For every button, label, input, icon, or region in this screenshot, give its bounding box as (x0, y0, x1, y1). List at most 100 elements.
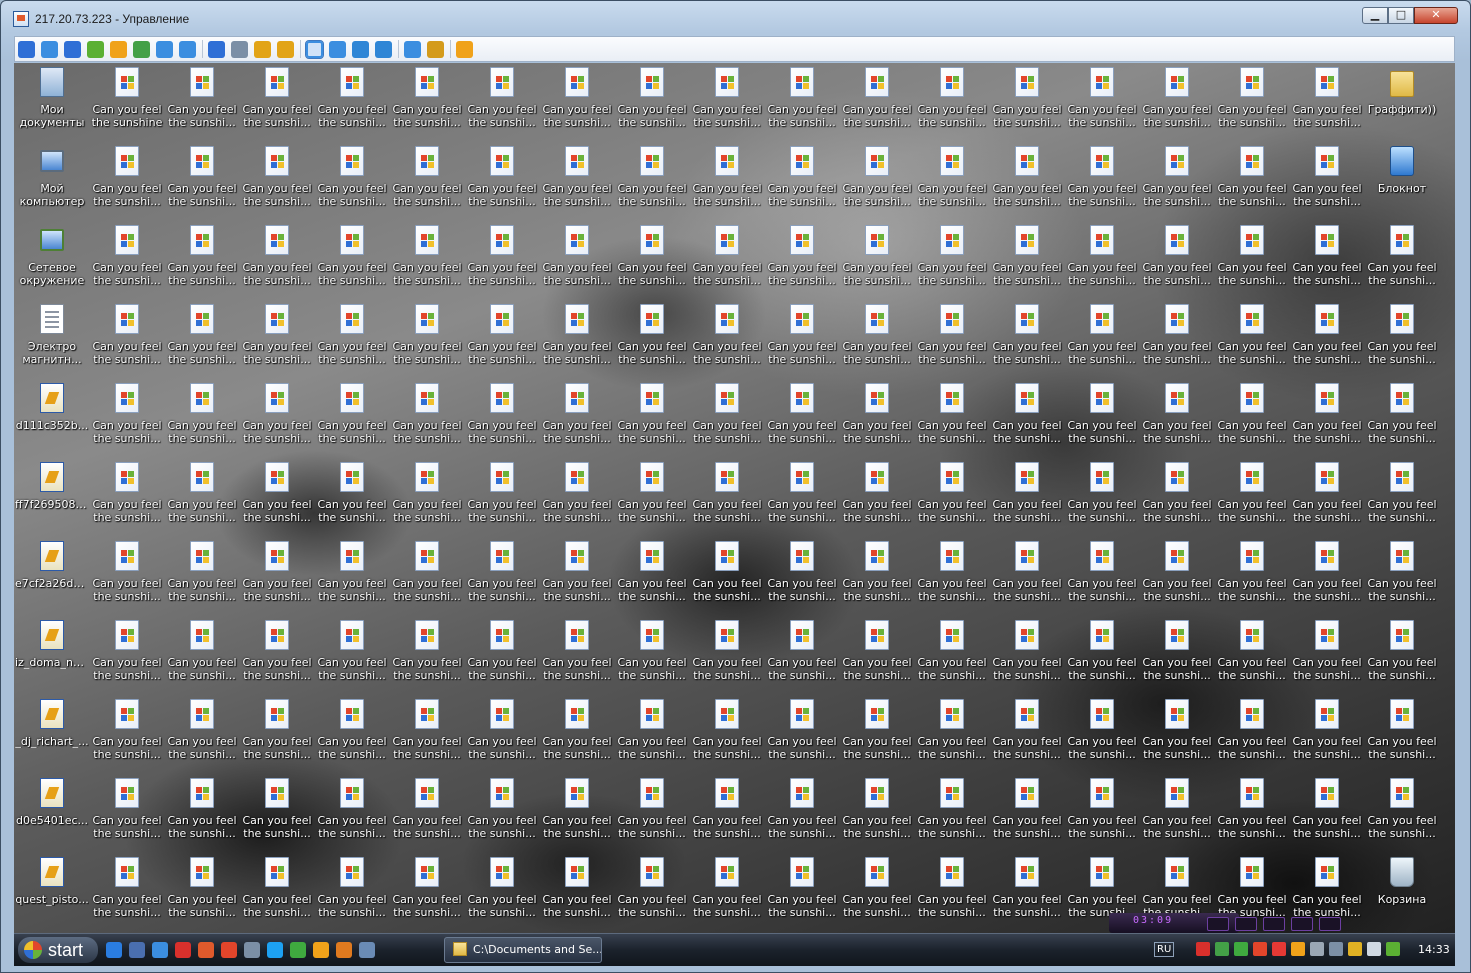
desktop-icon[interactable]: Can you feelthe sunshi... (840, 300, 914, 376)
desktop-icon[interactable]: Can you feelthe sunshi... (1140, 142, 1214, 218)
desktop-icon[interactable]: Can you feelthe sunshi... (1140, 458, 1214, 534)
desktop-icon[interactable]: Can you feelthe sunshi... (915, 221, 989, 297)
desktop-icon[interactable]: Can you feelthe sunshi... (990, 142, 1064, 218)
desktop-icon[interactable]: Can you feelthe sunshi... (690, 142, 764, 218)
desktop-icon[interactable]: Can you feelthe sunshi... (690, 379, 764, 455)
desktop-icon[interactable]: Can you feelthe sunshi... (390, 379, 464, 455)
desktop-icon[interactable]: _dj_richart_... (15, 695, 89, 771)
desktop-icon[interactable]: Can you feelthe sunshi... (315, 63, 389, 139)
desktop-icon[interactable]: Cath (1440, 537, 1455, 613)
unlock-icon[interactable] (277, 40, 294, 58)
desktop-icon[interactable]: Can you feelthe sunshi... (315, 379, 389, 455)
desktop-icon[interactable]: Cath (1440, 853, 1455, 929)
desktop-icon[interactable]: Can you feelthe sunshi... (315, 142, 389, 218)
desktop-icon[interactable]: Cath (1440, 221, 1455, 297)
desktop-icon[interactable]: Can you feelthe sunshi... (1290, 537, 1364, 613)
desktop-icon[interactable]: Can you feelthe sunshi... (165, 142, 239, 218)
desktop-icon[interactable]: Can you feelthe sunshi... (990, 774, 1064, 850)
media-tray-icon[interactable] (1291, 942, 1305, 956)
desktop-icon[interactable]: Can you feelthe sunshi... (840, 616, 914, 692)
desktop-icon[interactable]: Can you feelthe sunshi... (90, 221, 164, 297)
desktop-icon[interactable]: Can you feelthe sunshi... (90, 300, 164, 376)
desktop-icon[interactable]: Can you feelthe sunshi... (240, 774, 314, 850)
desktop-icon[interactable]: Can you feelthe sunshi... (390, 142, 464, 218)
desktop-icon[interactable]: Can you feelthe sunshi... (615, 142, 689, 218)
desktop-icon[interactable]: Can you feelthe sunshi... (240, 537, 314, 613)
lock-icon[interactable] (254, 40, 271, 58)
desktop-icon[interactable]: Can you feelthe sunshi... (465, 774, 539, 850)
desktop-icon[interactable]: Can you feel the sunshine (90, 63, 164, 139)
desktop-icon[interactable]: Can you feelthe sunshi... (1290, 63, 1364, 139)
mute-icon[interactable] (1310, 942, 1324, 956)
desktop-icon[interactable]: Can you feelthe sunshi... (390, 853, 464, 929)
desktop-icon[interactable]: Can you feelthe sunshi... (1290, 221, 1364, 297)
desktop-icon[interactable]: Can you feelthe sunshi... (1365, 221, 1439, 297)
desktop-icon[interactable]: Can you feelthe sunshi... (915, 537, 989, 613)
desktop-icon[interactable]: Cath (1440, 458, 1455, 534)
desktop-icon[interactable]: Can you feelthe sunshi... (540, 142, 614, 218)
skype-icon[interactable] (267, 942, 283, 958)
fit-icon[interactable] (329, 40, 346, 58)
desktop-icon[interactable]: Can you feelthe sunshi... (315, 458, 389, 534)
desktop-icon[interactable]: Can you feelthe sunshi... (390, 616, 464, 692)
desktop-icon[interactable]: Can you feelthe sunshi... (1215, 616, 1289, 692)
desktop-icon[interactable]: Can you feelthe sunshi... (165, 774, 239, 850)
desktop-icon[interactable]: Can you feelthe sunshi... (90, 537, 164, 613)
fullscreen-icon[interactable] (305, 39, 324, 59)
desktop-icon[interactable]: Can you feelthe sunshi... (315, 300, 389, 376)
desktop-icon[interactable]: Can you feelthe sunshi... (315, 695, 389, 771)
desktop-icon[interactable]: Can you feelthe sunshi... (540, 63, 614, 139)
desktop-icon[interactable]: Can you feelthe sunshi... (1215, 695, 1289, 771)
desktop-icon[interactable]: Can you feelthe sunshi... (390, 458, 464, 534)
winamp-icon[interactable] (313, 942, 329, 958)
desktop-icon[interactable]: Can you feelthe sunshi... (1365, 774, 1439, 850)
prev-icon[interactable] (1263, 917, 1285, 931)
desktop-icon[interactable]: Can you feelthe sunshi... (1290, 300, 1364, 376)
desktop-icon[interactable]: Can you feelthe sunshi... (690, 774, 764, 850)
desktop-icon[interactable]: Can you feelthe sunshi... (90, 616, 164, 692)
desktop-icon[interactable]: Can you feelthe sunshi... (915, 695, 989, 771)
desktop-icon[interactable]: quest_pisto... (15, 853, 89, 929)
desktop-icon[interactable]: Can you feelthe sunshi... (90, 458, 164, 534)
desktop-icon[interactable]: Can you feelthe sunshi... (540, 221, 614, 297)
heart-icon[interactable] (1272, 942, 1286, 956)
zoom-icon[interactable] (375, 40, 392, 58)
desktop-icon[interactable]: Can you feelthe sunshi... (1365, 300, 1439, 376)
phone-icon[interactable] (156, 40, 173, 58)
desktop-icon[interactable]: Can you feelthe sunshi... (615, 379, 689, 455)
desktop-icon[interactable]: Can you feelthe sunshi... (915, 63, 989, 139)
desktop-icon[interactable]: Cath (1440, 300, 1455, 376)
desktop-icon[interactable]: Can you feelthe sunshi... (765, 458, 839, 534)
desktop-icon[interactable]: Can you feelthe sunshi... (315, 221, 389, 297)
desktop-icon[interactable]: Can you feelthe sunshi... (165, 63, 239, 139)
desktop-icon[interactable]: Can you feelthe sunshi... (1140, 221, 1214, 297)
desktop-icon[interactable]: Can you feelthe sunshi... (915, 774, 989, 850)
desktop-icon[interactable]: Can you feelthe sunshi... (915, 853, 989, 929)
desktop-icon[interactable]: Can you feelthe sunshi... (465, 853, 539, 929)
desktop-icon[interactable]: Can you feelthe sunshi... (390, 300, 464, 376)
desktop-icon[interactable]: Can you feelthe sunshi... (315, 774, 389, 850)
desktop-icon[interactable]: Can you feelthe sunshi... (1365, 379, 1439, 455)
desktop-icon[interactable]: d0e5401ec... (15, 774, 89, 850)
desktop-icon[interactable]: Can you feelthe sunshi... (165, 379, 239, 455)
app-tray-icon[interactable] (1253, 942, 1267, 956)
desktop-icon[interactable]: Can you feelthe sunshi... (1140, 616, 1214, 692)
desktop-icon[interactable]: Can you feelthe sunshi... (465, 458, 539, 534)
desktop-icon[interactable]: Can you feelthe sunshi... (390, 63, 464, 139)
desktop-icon[interactable]: Мой компьютер (15, 142, 89, 218)
desktop-icon[interactable]: Корзина (1365, 853, 1439, 929)
desktop-icon[interactable]: Can you feelthe sunshi... (915, 458, 989, 534)
mail-icon[interactable] (198, 942, 214, 958)
desktop-icon[interactable]: Can you feelthe sunshi... (540, 616, 614, 692)
desktop-icon[interactable]: Can you feelthe sunshi... (690, 63, 764, 139)
desktop-icon[interactable]: Can you feelthe sunshi... (1290, 142, 1364, 218)
start-button[interactable]: start (18, 937, 98, 963)
desktop-icon[interactable]: Can you feelthe sunshi... (240, 379, 314, 455)
desktop-icon[interactable]: Can you feelthe sunshi... (1140, 537, 1214, 613)
desktop-icon[interactable]: Can you feelthe sunshi... (990, 63, 1064, 139)
window-icon[interactable] (41, 40, 58, 58)
desktop-icon[interactable]: Can you feelthe sunshi... (990, 853, 1064, 929)
desktop-icon[interactable]: Can you feelthe sunshi... (615, 537, 689, 613)
desktop-icon[interactable]: d111c352b... (15, 379, 89, 455)
desktop-icon[interactable]: Can you feelthe sunshi... (1065, 142, 1139, 218)
